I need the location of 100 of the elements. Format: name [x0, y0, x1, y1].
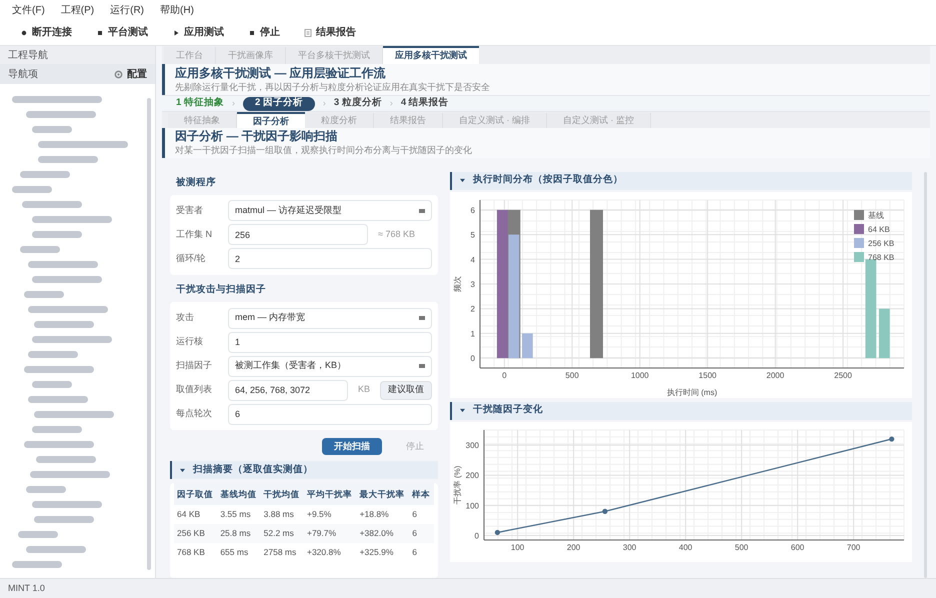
legend-label: 基线 — [868, 210, 884, 220]
tick-label: 6 — [470, 205, 475, 214]
axis-title: 干扰率 (%) — [453, 465, 462, 504]
legend-label: 768 KB — [868, 252, 894, 262]
field-label: 扫描因子 — [176, 359, 213, 372]
tick-label: 500 — [734, 542, 748, 552]
column-header: 基线均值 — [217, 483, 261, 505]
menu-item[interactable]: 工程(P) — [60, 2, 94, 18]
input-field[interactable]: 64, 256, 768, 3072 — [228, 380, 348, 400]
config-button[interactable]: 配置 — [114, 66, 147, 82]
field-label: 攻击 — [176, 311, 195, 324]
toolbar-button[interactable]: 停止 — [248, 25, 280, 40]
column-header: 最大干扰率 — [356, 483, 410, 505]
toolbar-button[interactable]: 应用测试 — [172, 25, 224, 40]
axis-title: 执行时间 (ms) — [666, 388, 718, 396]
legend-label: 256 KB — [868, 238, 894, 248]
field-label: 运行核 — [176, 335, 204, 348]
dropdown[interactable]: matmul — 访存延迟受限型 — [228, 200, 432, 222]
group-title: 干扰攻击与扫描因子 — [175, 282, 267, 297]
menu-item[interactable]: 运行(R) — [110, 2, 144, 18]
tick-label: 4 — [470, 254, 475, 264]
tick-label: 100 — [510, 542, 524, 552]
tick-label: 100 — [466, 500, 479, 510]
column-header: 平均干扰率 — [304, 483, 357, 505]
table-cell: +325.9% — [356, 543, 410, 562]
workflow-step[interactable]: 3 粒度分析 — [334, 96, 382, 111]
menu-item[interactable]: 文件(F) — [12, 2, 45, 18]
workflow-step[interactable]: 2 因子分析 — [242, 96, 315, 111]
toolbar-button[interactable]: 平台测试 — [96, 25, 148, 40]
workflow-step[interactable]: 4 结果报告 — [400, 96, 449, 111]
table-cell: 2758 ms — [260, 543, 304, 562]
tick-label: 600 — [790, 542, 804, 552]
chart-header[interactable]: 干扰随因子变化 — [450, 402, 912, 420]
table-cell: 52.2 ms — [260, 524, 304, 543]
toolbar-button[interactable]: 结果报告 — [304, 25, 356, 40]
panel-header: 导航项 — [8, 68, 38, 82]
tick-label: 0 — [470, 354, 475, 363]
tick-label: 2500 — [834, 370, 852, 380]
table-cell: 6 — [409, 543, 434, 562]
dropdown[interactable]: mem — 内存带宽 — [228, 308, 432, 328]
unit-label: ≈ 768 KB — [377, 228, 415, 241]
chart-header[interactable]: 执行时间分布（按因子取值分色） — [450, 172, 912, 190]
tick-label: 2 — [470, 304, 475, 314]
axis-title: 频次 — [453, 276, 462, 292]
legend-label: 64 KB — [868, 224, 890, 234]
input-field[interactable]: 256 — [228, 224, 368, 246]
step-separator: › — [322, 96, 326, 110]
tick-label: 500 — [565, 370, 579, 380]
step-separator: › — [390, 96, 393, 110]
tick-label: 0 — [502, 370, 507, 380]
dropdown[interactable]: 被测工作集（受害者，KB） — [228, 356, 432, 376]
tick-label: 300 — [466, 440, 479, 450]
column-header: 干扰均值 — [260, 483, 304, 505]
workflow-step[interactable]: 1 特征抽象 — [176, 96, 224, 111]
table-cell: 6 — [409, 524, 434, 543]
step-separator: › — [232, 96, 235, 110]
tick-label: 5 — [470, 230, 475, 240]
field-label: 取值列表 — [176, 383, 213, 396]
start-button[interactable]: 开始扫描 — [322, 438, 382, 455]
menu-item[interactable]: 帮助(H) — [160, 2, 194, 18]
table-cell: +382.0% — [356, 524, 410, 543]
table-cell: 25.8 ms — [217, 524, 261, 543]
suggest-button[interactable]: 建议取值 — [380, 380, 432, 400]
tick-label: 1 — [470, 328, 475, 338]
table-cell: 655 ms — [217, 543, 261, 562]
table-cell: 768 KB — [174, 543, 218, 562]
tick-label: 200 — [466, 470, 479, 480]
tab[interactable]: 应用多核干扰测试 — [383, 46, 479, 64]
page-subtitle: 先剔除运行量化干扰，再以因子分析与粒度分析论证应用在真实干扰下是否安全 — [175, 80, 491, 93]
column-header: 因子取值 — [174, 483, 218, 505]
tick-label: 1500 — [698, 370, 716, 380]
input-field[interactable]: 2 — [228, 248, 432, 270]
field-label: 每点轮次 — [176, 407, 213, 420]
field-label: 循环/轮 — [176, 252, 207, 265]
tick-label: 3 — [470, 280, 475, 288]
tick-label: 200 — [566, 542, 580, 552]
section-title: 因子分析 — 干扰因子影响扫描 — [175, 129, 339, 144]
input-field[interactable]: 6 — [228, 404, 432, 424]
field-label: 工作集 N — [176, 228, 213, 241]
status-text: MINT 1.0 — [0, 578, 936, 598]
tick-label: 0 — [474, 530, 479, 540]
column-header: 样本 — [409, 483, 434, 505]
table-cell: +18.8% — [356, 505, 410, 524]
group-title: 被测程序 — [174, 176, 217, 190]
toolbar-button[interactable]: 断开连接 — [20, 25, 72, 40]
input-field[interactable]: 1 — [228, 332, 432, 352]
summary-header[interactable]: 扫描摘要（逐取值实测值） — [170, 461, 438, 479]
table-cell: 6 — [409, 505, 434, 524]
tick-label: 2000 — [766, 370, 784, 380]
table-cell: +79.7% — [304, 524, 357, 543]
panel-title: 工程导航 — [0, 46, 155, 64]
subtab[interactable]: 因子分析 — [237, 112, 305, 128]
tick-label: 300 — [622, 542, 636, 552]
unit-label: KB — [357, 383, 372, 396]
page-title: 应用多核干扰测试 — 应用层验证工作流 — [175, 66, 387, 81]
table-cell: +320.8% — [304, 543, 357, 562]
table-cell: 256 KB — [174, 524, 218, 543]
field-label: 受害者 — [176, 204, 204, 217]
section-subtitle: 对某一干扰因子扫描一组取值，观察执行时间分布分离与干扰随因子的变化 — [175, 144, 473, 156]
table-cell: 3.88 ms — [260, 505, 304, 524]
